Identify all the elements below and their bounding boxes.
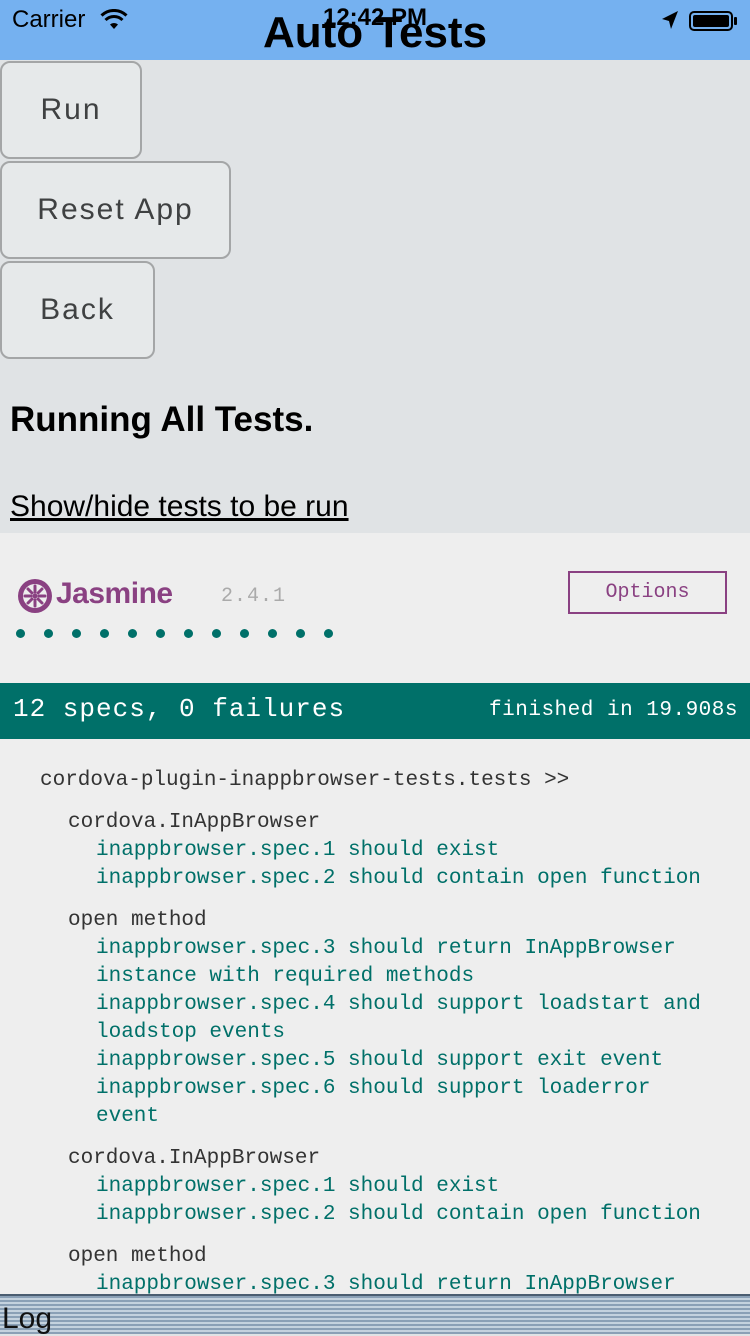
spec-link[interactable]: instance with required methods: [96, 965, 474, 988]
run-button[interactable]: Run: [0, 61, 142, 159]
spec-pass-dot[interactable]: [296, 629, 305, 638]
suite-link[interactable]: cordova.InAppBrowser: [68, 811, 320, 834]
spec-pass-dot[interactable]: [268, 629, 277, 638]
jasmine-logo-icon: [16, 577, 54, 620]
show-hide-tests-link[interactable]: Show/hide tests to be run: [10, 490, 349, 524]
log-bar[interactable]: Log: [0, 1294, 750, 1335]
jasmine-brand: Jasmine: [56, 577, 173, 610]
spec-link[interactable]: inappbrowser.spec.2 should contain open …: [96, 867, 701, 890]
suite-link[interactable]: open method: [68, 909, 207, 932]
suite-link[interactable]: cordova.InAppBrowser: [68, 1147, 320, 1170]
spec-pass-dot[interactable]: [44, 629, 53, 638]
specs-summary: 12 specs, 0 failures: [13, 694, 346, 724]
battery-icon: [689, 10, 739, 37]
spec-link[interactable]: event: [96, 1105, 159, 1128]
spec-link[interactable]: inappbrowser.spec.2 should contain open …: [96, 1203, 701, 1226]
spec-pass-dot[interactable]: [128, 629, 137, 638]
spec-pass-dot[interactable]: [72, 629, 81, 638]
spec-link[interactable]: inappbrowser.spec.1 should exist: [96, 839, 499, 862]
spec-link[interactable]: loadstop events: [96, 1021, 285, 1044]
root-suite-link[interactable]: cordova-plugin-inappbrowser-tests.tests …: [40, 769, 569, 792]
page-title: Auto Tests: [262, 8, 488, 57]
status-title-bar: Carrier 12:42 PM Auto Tests: [0, 0, 750, 60]
reset-app-button[interactable]: Reset App: [0, 161, 231, 259]
spec-pass-dot[interactable]: [184, 629, 193, 638]
spec-link[interactable]: inappbrowser.spec.4 should support loads…: [96, 993, 701, 1016]
spec-pass-dot[interactable]: [156, 629, 165, 638]
spec-link[interactable]: inappbrowser.spec.5 should support exit …: [96, 1049, 663, 1072]
spec-pass-dot[interactable]: [16, 629, 25, 638]
location-arrow-icon: [660, 10, 680, 37]
spec-pass-dot[interactable]: [240, 629, 249, 638]
spec-link[interactable]: inappbrowser.spec.6 should support loade…: [96, 1077, 651, 1100]
status-heading: Running All Tests.: [10, 400, 314, 439]
spec-link[interactable]: inappbrowser.spec.3 should return InAppB…: [96, 937, 676, 960]
log-label: Log: [2, 1302, 53, 1335]
finished-time: finished in 19.908s: [489, 699, 738, 722]
jasmine-version: 2.4.1: [221, 585, 287, 608]
spec-pass-dot[interactable]: [324, 629, 333, 638]
spec-pass-dot[interactable]: [100, 629, 109, 638]
spec-link[interactable]: inappbrowser.spec.1 should exist: [96, 1175, 499, 1198]
options-button[interactable]: Options: [568, 571, 727, 614]
suite-link[interactable]: open method: [68, 1245, 207, 1268]
spec-pass-dot[interactable]: [212, 629, 221, 638]
spec-link[interactable]: inappbrowser.spec.3 should return InAppB…: [96, 1273, 676, 1296]
back-button[interactable]: Back: [0, 261, 155, 359]
jasmine-reporter: Jasmine 2.4.1 Options 12 specs, 0 failur…: [0, 533, 750, 1300]
results-summary-bar: 12 specs, 0 failures finished in 19.908s: [0, 683, 750, 739]
